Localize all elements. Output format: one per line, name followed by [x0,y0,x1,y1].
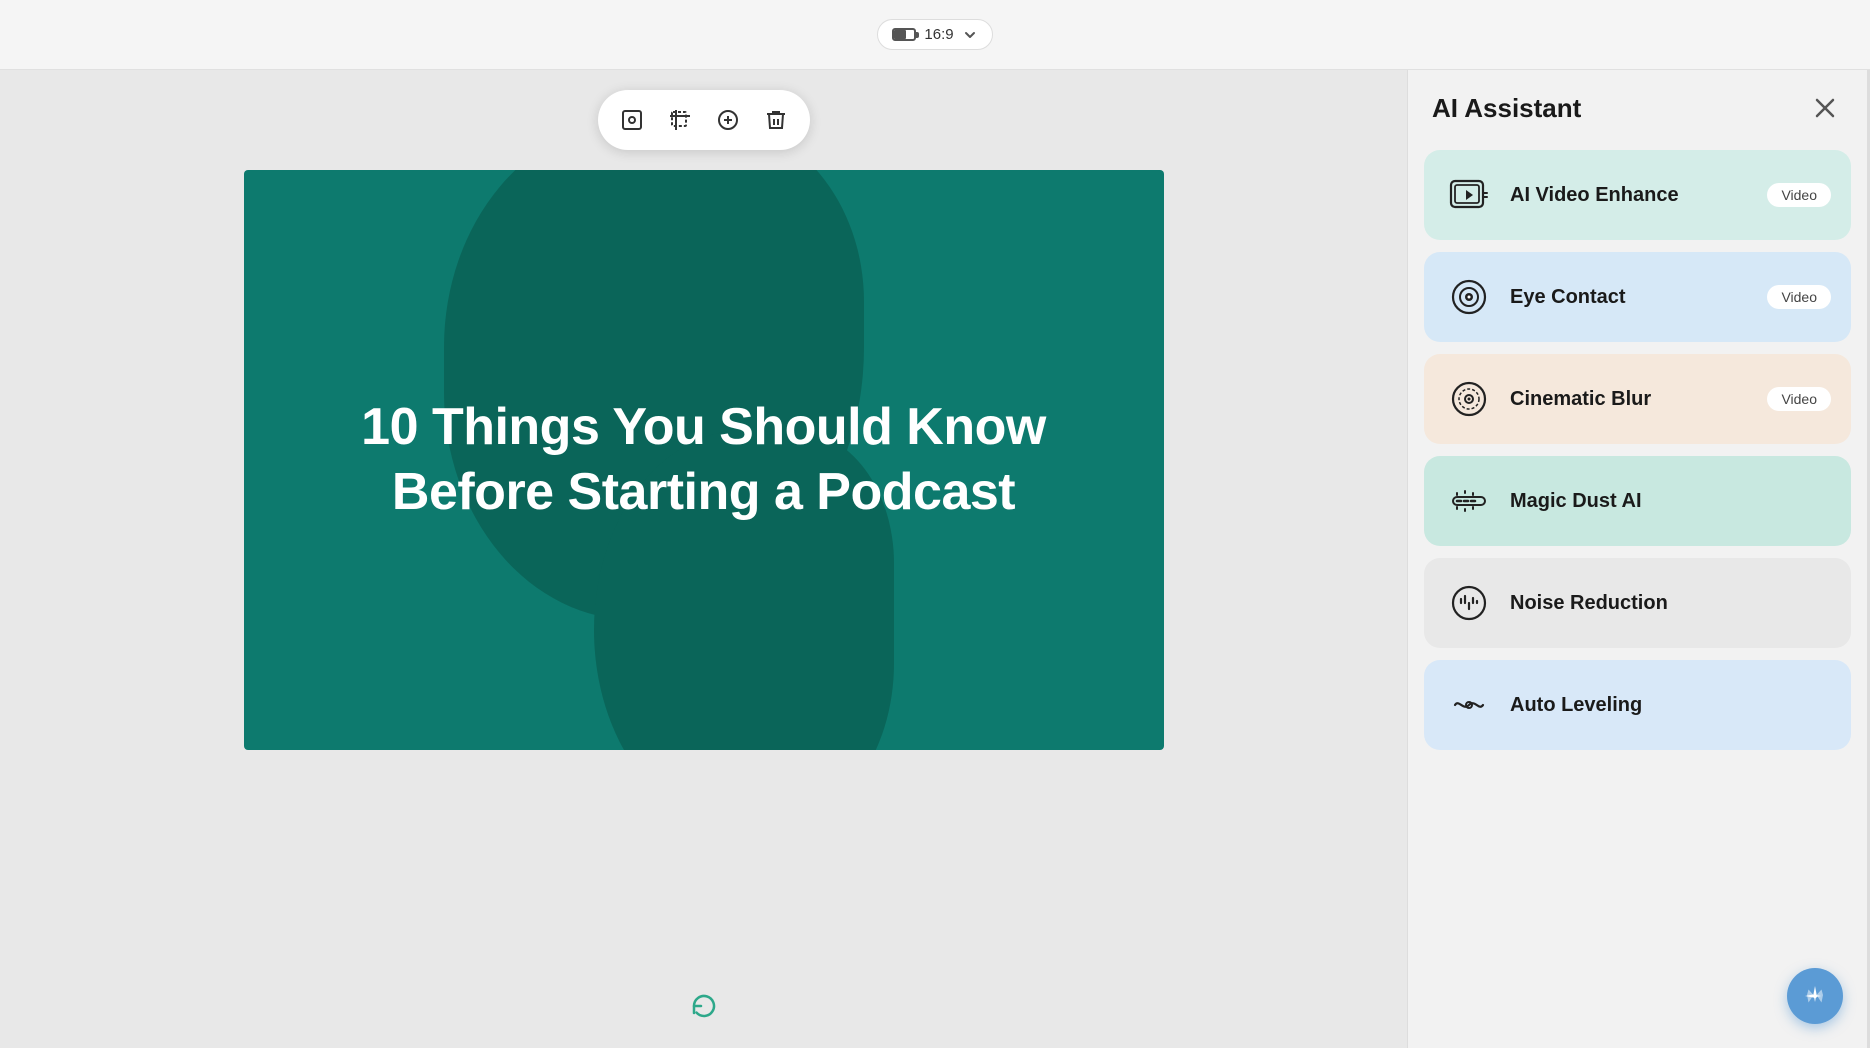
panel-title: AI Assistant [1432,93,1581,124]
video-canvas: 10 Things You Should Know Before Startin… [244,170,1164,750]
floating-toolbar [598,90,810,150]
frame-select-button[interactable] [610,98,654,142]
auto-leveling-name: Auto Leveling [1510,694,1831,717]
main-content: 10 Things You Should Know Before Startin… [0,70,1870,1048]
crop-button[interactable] [658,98,702,142]
cinematic-blur-badge: Video [1767,387,1831,411]
cinematic-blur-icon [1444,374,1494,424]
add-button[interactable] [706,98,750,142]
feature-card-cinematic-blur[interactable]: Cinematic Blur Video [1424,354,1851,444]
right-panel: AI Assistant AI Vide [1407,70,1867,1048]
panel-header: AI Assistant [1408,70,1867,142]
noise-reduction-icon [1444,578,1494,628]
magic-dust-ai-icon [1444,476,1494,526]
delete-button[interactable] [754,98,798,142]
auto-leveling-icon [1444,680,1494,730]
close-button[interactable] [1807,90,1843,126]
feature-card-noise-reduction[interactable]: Noise Reduction [1424,558,1851,648]
ai-video-enhance-icon [1444,170,1494,220]
ai-video-enhance-badge: Video [1767,183,1831,207]
features-list: AI Video Enhance Video Eye Contact Video [1408,142,1867,1048]
aspect-ratio-label: 16:9 [924,26,953,43]
feature-card-ai-video-enhance[interactable]: AI Video Enhance Video [1424,150,1851,240]
top-bar: 16:9 [0,0,1870,70]
magic-dust-ai-name: Magic Dust AI [1510,490,1831,513]
chevron-down-icon [962,27,978,43]
canvas-bottom [689,991,719,1028]
canvas-area: 10 Things You Should Know Before Startin… [0,70,1407,1048]
noise-reduction-name: Noise Reduction [1510,592,1831,615]
ai-video-enhance-name: AI Video Enhance [1510,184,1751,207]
sparkle-fab-button[interactable] [1787,968,1843,1024]
eye-contact-icon [1444,272,1494,322]
eye-contact-name: Eye Contact [1510,286,1751,309]
feature-card-auto-leveling[interactable]: Auto Leveling [1424,660,1851,750]
cinematic-blur-name: Cinematic Blur [1510,388,1751,411]
aspect-ratio-selector[interactable]: 16:9 [877,19,992,50]
feature-card-magic-dust-ai[interactable]: Magic Dust AI [1424,456,1851,546]
feature-card-eye-contact[interactable]: Eye Contact Video [1424,252,1851,342]
video-title: 10 Things You Should Know Before Startin… [354,395,1054,525]
battery-icon [892,28,916,41]
refresh-button[interactable] [689,991,719,1028]
eye-contact-badge: Video [1767,285,1831,309]
